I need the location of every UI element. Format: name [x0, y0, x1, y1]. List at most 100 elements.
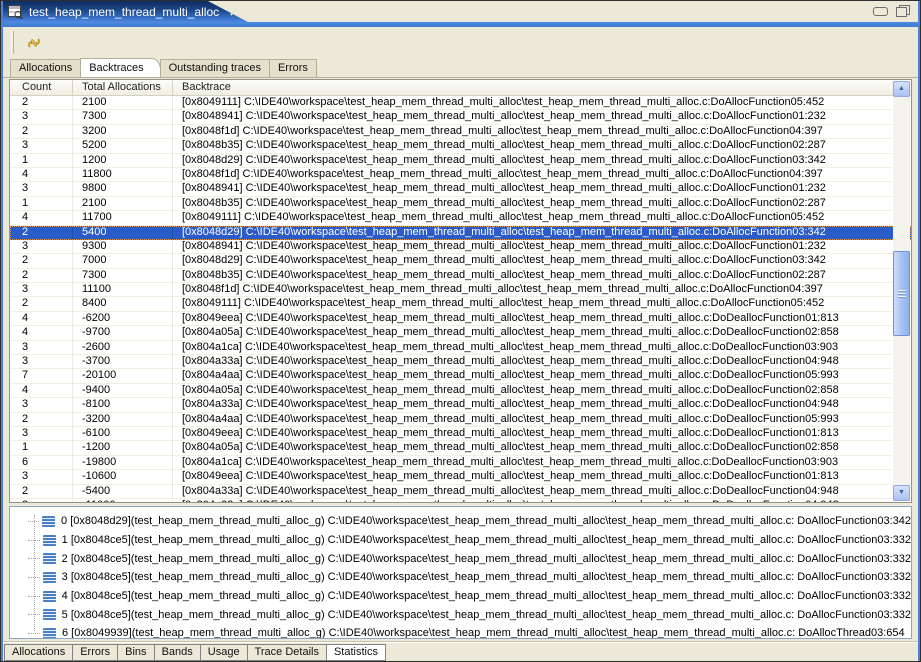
- total-allocations-cell: 7000: [73, 254, 173, 268]
- tab-errors[interactable]: Errors: [269, 59, 317, 77]
- table-row[interactable]: 6 -19800 [0x804a1ca] C:\IDE40\workspace\…: [10, 456, 911, 470]
- table-row[interactable]: 2 2100 [0x8049111] C:\IDE40\workspace\te…: [10, 96, 911, 110]
- table-row[interactable]: 4 11700 [0x8049111] C:\IDE40\workspace\t…: [10, 211, 911, 225]
- count-cell: 3: [10, 182, 73, 196]
- toolbar-handle[interactable]: [11, 31, 14, 54]
- stack-frame-row[interactable]: 4 [0x8048ce5](test_heap_mem_thread_multi…: [28, 587, 911, 606]
- table-row[interactable]: 2 -11000 [0x804a33a] C:\IDE40\workspace\…: [10, 499, 911, 502]
- tab-backtraces[interactable]: Backtraces: [80, 58, 160, 77]
- backtrace-cell: [0x804a1ca] C:\IDE40\workspace\test_heap…: [173, 456, 911, 470]
- scroll-up-button[interactable]: ▲: [893, 81, 910, 97]
- tab-allocations[interactable]: Allocations: [10, 59, 81, 77]
- total-allocations-cell: -2600: [73, 341, 173, 355]
- tree-connector: [28, 577, 40, 578]
- table-row[interactable]: 3 9300 [0x8048941] C:\IDE40\workspace\te…: [10, 240, 911, 254]
- table-row[interactable]: 1 1200 [0x8048d29] C:\IDE40\workspace\te…: [10, 154, 911, 168]
- count-cell: 2: [10, 485, 73, 499]
- tab-outstanding-traces[interactable]: Outstanding traces: [160, 59, 270, 77]
- table-row[interactable]: 2 -3200 [0x804a4aa] C:\IDE40\workspace\t…: [10, 413, 911, 427]
- count-cell: 3: [10, 470, 73, 484]
- table-row[interactable]: 3 -8100 [0x804a33a] C:\IDE40\workspace\t…: [10, 398, 911, 412]
- table-row[interactable]: 3 -6100 [0x8049eea] C:\IDE40\workspace\t…: [10, 427, 911, 441]
- bottom-tab-bands[interactable]: Bands: [154, 644, 201, 661]
- table-row[interactable]: 3 5200 [0x8048b35] C:\IDE40\workspace\te…: [10, 139, 911, 153]
- table-row[interactable]: 4 -9400 [0x804a05a] C:\IDE40\workspace\t…: [10, 384, 911, 398]
- scroll-down-button[interactable]: ▼: [893, 485, 910, 501]
- table-row[interactable]: 1 2100 [0x8048b35] C:\IDE40\workspace\te…: [10, 197, 911, 211]
- table-row[interactable]: 2 8400 [0x8049111] C:\IDE40\workspace\te…: [10, 297, 911, 311]
- view-body: test_heap_mem_thread_multi_alloc ✕: [3, 1, 918, 659]
- table-row[interactable]: 4 -9700 [0x804a05a] C:\IDE40\workspace\t…: [10, 326, 911, 340]
- backtrace-cell: [0x8049111] C:\IDE40\workspace\test_heap…: [173, 297, 911, 311]
- count-cell: 2: [10, 269, 73, 283]
- column-header-backtrace[interactable]: Backtrace: [173, 80, 911, 95]
- count-cell: 3: [10, 139, 73, 153]
- column-header-total-allocations[interactable]: Total Allocations: [73, 80, 173, 95]
- count-cell: 2: [10, 297, 73, 311]
- bottom-tab-statistics[interactable]: Statistics: [326, 644, 386, 661]
- bottom-tab-allocations[interactable]: Allocations: [4, 644, 73, 661]
- minimize-button[interactable]: [873, 5, 888, 17]
- backtrace-cell: [0x804a33a] C:\IDE40\workspace\test_heap…: [173, 398, 911, 412]
- bottom-tab-trace-details[interactable]: Trace Details: [247, 644, 327, 661]
- scrollbar-thumb[interactable]: [893, 251, 910, 336]
- table-row[interactable]: 3 -3700 [0x804a33a] C:\IDE40\workspace\t…: [10, 355, 911, 369]
- bottom-tab-usage[interactable]: Usage: [200, 644, 248, 661]
- close-icon[interactable]: ✕: [229, 5, 239, 19]
- table-row[interactable]: 4 11800 [0x8048f1d] C:\IDE40\workspace\t…: [10, 168, 911, 182]
- table-row[interactable]: 3 9800 [0x8048941] C:\IDE40\workspace\te…: [10, 182, 911, 196]
- backtrace-cell: [0x8048b35] C:\IDE40\workspace\test_heap…: [173, 139, 911, 153]
- total-allocations-cell: 11800: [73, 168, 173, 182]
- bottom-tab-bins[interactable]: Bins: [117, 644, 154, 661]
- backtrace-cell: [0x8048f1d] C:\IDE40\workspace\test_heap…: [173, 125, 911, 139]
- table-row[interactable]: 2 3200 [0x8048f1d] C:\IDE40\workspace\te…: [10, 125, 911, 139]
- total-allocations-cell: -8100: [73, 398, 173, 412]
- total-allocations-cell: -3700: [73, 355, 173, 369]
- backtrace-cell: [0x804a05a] C:\IDE40\workspace\test_heap…: [173, 384, 911, 398]
- stack-frame-label: 5 [0x8048ce5](test_heap_mem_thread_multi…: [62, 609, 911, 621]
- maximize-button[interactable]: [896, 5, 910, 17]
- table-row[interactable]: 3 11100 [0x8048f1d] C:\IDE40\workspace\t…: [10, 283, 911, 297]
- backtrace-cell: [0x8049eea] C:\IDE40\workspace\test_heap…: [173, 312, 911, 326]
- table-row[interactable]: 2 -5400 [0x804a33a] C:\IDE40\workspace\t…: [10, 485, 911, 499]
- table-row[interactable]: 2 7000 [0x8048d29] C:\IDE40\workspace\te…: [10, 254, 911, 268]
- total-allocations-cell: -9700: [73, 326, 173, 340]
- table-row[interactable]: 3 7300 [0x8048941] C:\IDE40\workspace\te…: [10, 110, 911, 124]
- count-cell: 3: [10, 398, 73, 412]
- total-allocations-cell: -5400: [73, 485, 173, 499]
- count-cell: 4: [10, 312, 73, 326]
- backtrace-cell: [0x8048941] C:\IDE40\workspace\test_heap…: [173, 110, 911, 124]
- view-title-tab[interactable]: test_heap_mem_thread_multi_alloc ✕: [3, 1, 248, 22]
- refresh-traces-button[interactable]: [23, 33, 45, 53]
- refresh-icon: [25, 34, 43, 52]
- table-row[interactable]: 3 -2600 [0x804a1ca] C:\IDE40\workspace\t…: [10, 341, 911, 355]
- bottom-tab-errors[interactable]: Errors: [72, 644, 118, 661]
- stack-frame-row[interactable]: 0 [0x8048d29](test_heap_mem_thread_multi…: [28, 512, 911, 531]
- vertical-scrollbar[interactable]: ▲ ▼: [893, 81, 910, 501]
- count-cell: 7: [10, 369, 73, 383]
- count-cell: 3: [10, 341, 73, 355]
- column-header-count[interactable]: Count: [10, 80, 73, 95]
- table-row[interactable]: 2 7300 [0x8048b35] C:\IDE40\workspace\te…: [10, 269, 911, 283]
- stack-frame-row[interactable]: 1 [0x8048ce5](test_heap_mem_thread_multi…: [28, 531, 911, 550]
- table-row[interactable]: 4 -6200 [0x8049eea] C:\IDE40\workspace\t…: [10, 312, 911, 326]
- stack-frame-row[interactable]: 5 [0x8048ce5](test_heap_mem_thread_multi…: [28, 605, 911, 624]
- table-row[interactable]: 2 5400 [0x8048d29] C:\IDE40\workspace\te…: [10, 226, 911, 240]
- table-row[interactable]: 3 -10600 [0x8049eea] C:\IDE40\workspace\…: [10, 470, 911, 484]
- stack-frame-icon: [43, 591, 56, 602]
- backtrace-cell: [0x8048d29] C:\IDE40\workspace\test_heap…: [173, 154, 911, 168]
- count-cell: 2: [10, 226, 73, 240]
- backtrace-cell: [0x8049eea] C:\IDE40\workspace\test_heap…: [173, 470, 911, 484]
- table-row[interactable]: 7 -20100 [0x804a4aa] C:\IDE40\workspace\…: [10, 369, 911, 383]
- stack-frame-row[interactable]: 3 [0x8048ce5](test_heap_mem_thread_multi…: [28, 568, 911, 587]
- count-cell: 6: [10, 456, 73, 470]
- count-cell: 4: [10, 211, 73, 225]
- table-body: 2 2100 [0x8049111] C:\IDE40\workspace\te…: [10, 96, 911, 502]
- total-allocations-cell: 2100: [73, 197, 173, 211]
- table-row[interactable]: 1 -1200 [0x804a05a] C:\IDE40\workspace\t…: [10, 441, 911, 455]
- count-cell: 4: [10, 384, 73, 398]
- stack-frame-row[interactable]: 2 [0x8048ce5](test_heap_mem_thread_multi…: [28, 549, 911, 568]
- stack-frame-row[interactable]: 6 [0x8049939](test_heap_mem_thread_multi…: [28, 624, 911, 639]
- count-cell: 1: [10, 441, 73, 455]
- backtrace-cell: [0x8048f1d] C:\IDE40\workspace\test_heap…: [173, 283, 911, 297]
